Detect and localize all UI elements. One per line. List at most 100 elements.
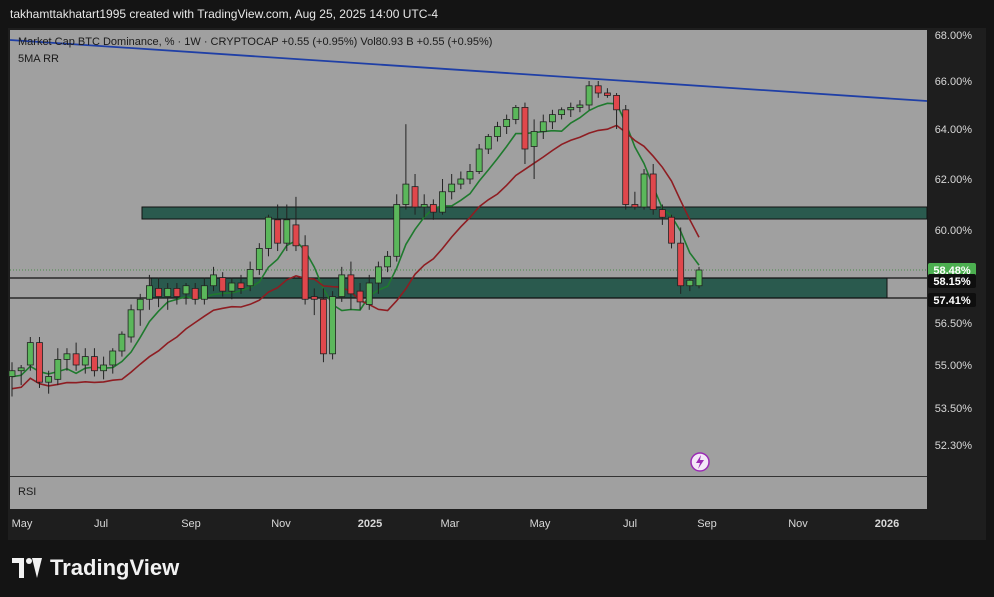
legend-line-2: 5MA RR — [18, 53, 59, 65]
candle — [393, 194, 401, 262]
time-tick-label: Sep — [181, 518, 201, 530]
candle-body — [695, 269, 703, 287]
candle-body — [210, 274, 217, 287]
candle-body — [393, 204, 401, 257]
candle-body — [72, 353, 80, 366]
candle-body — [677, 242, 685, 287]
time-tick-label: Jul — [94, 518, 108, 530]
candle-body — [45, 376, 53, 383]
price-tick-label: 68.00% — [935, 30, 973, 42]
candle-body — [26, 342, 34, 366]
time-tick-label: Nov — [271, 518, 291, 530]
tradingview-logo-icon — [12, 558, 42, 578]
candle-body — [668, 216, 675, 244]
rsi-pane — [10, 477, 927, 509]
price-tick-label: 53.50% — [935, 403, 973, 415]
candle — [36, 337, 43, 388]
candle-body — [292, 224, 300, 247]
resistance-zone — [141, 206, 928, 220]
candle-body — [274, 219, 282, 244]
candle-body — [164, 288, 172, 297]
candle-body — [411, 186, 419, 208]
time-tick-label: May — [12, 518, 33, 530]
candle-body — [448, 183, 456, 193]
candle-body — [329, 296, 337, 355]
candle-body — [466, 171, 474, 180]
candle-body — [631, 204, 639, 208]
candle-body — [585, 85, 593, 106]
candle-body — [503, 119, 511, 128]
candle-body — [136, 298, 144, 311]
candle-body — [265, 216, 272, 249]
candle — [301, 235, 309, 305]
candle-body — [530, 131, 538, 147]
legend-line-1: Market Cap BTC Dominance, % · 1W · CRYPT… — [18, 36, 492, 48]
candle-body — [228, 282, 236, 292]
candle-body — [494, 126, 501, 137]
candle-body — [640, 173, 648, 208]
candle-body — [118, 333, 126, 352]
candle-body — [191, 288, 199, 300]
candle — [127, 304, 135, 343]
candle-body — [649, 173, 657, 210]
candle-body — [255, 248, 263, 270]
candle-body — [457, 178, 465, 185]
candle-body — [539, 121, 547, 132]
candle-body — [484, 136, 492, 150]
candle-body — [182, 285, 190, 295]
candle — [695, 266, 703, 289]
candle — [320, 288, 327, 363]
rsi-label: RSI — [18, 486, 36, 498]
candle-body — [439, 191, 446, 213]
candle-body — [374, 266, 382, 284]
candle-body — [613, 95, 620, 111]
candle-body — [54, 358, 62, 380]
candle-body — [155, 288, 162, 297]
candle-body — [173, 288, 181, 297]
time-tick-label: Sep — [697, 518, 717, 530]
candle-body — [549, 114, 556, 123]
candle-body — [420, 204, 428, 208]
price-tag-label: 57.41% — [933, 295, 971, 307]
candle-body — [567, 107, 575, 111]
candle-body — [8, 370, 16, 377]
time-tick-label: 2025 — [358, 518, 382, 530]
candle-body — [219, 277, 227, 292]
candle-body — [338, 274, 346, 297]
time-tick-label: Mar — [441, 518, 460, 530]
brand-name: TradingView — [50, 555, 180, 580]
candle-body — [594, 85, 602, 94]
candle-body — [91, 356, 98, 372]
candle-body — [686, 279, 694, 287]
candle-body — [81, 356, 89, 366]
price-tick-label: 66.00% — [935, 76, 973, 88]
candle-body — [109, 350, 117, 366]
price-axis: 68.00% 66.00% 64.00% 62.00% 60.00% 56.50% 55.0… — [935, 30, 973, 452]
candle-body — [310, 296, 318, 300]
time-tick-label: Nov — [788, 518, 808, 530]
price-tags: 58.48%58.15%57.41% — [928, 263, 976, 307]
candle-body — [63, 353, 71, 360]
candle-body — [658, 209, 666, 218]
candle-body — [237, 282, 245, 289]
candle — [640, 169, 648, 210]
lightning-icon[interactable] — [690, 452, 710, 472]
price-tick-label: 60.00% — [935, 225, 973, 237]
price-tag-label: 58.15% — [933, 276, 971, 288]
time-tick-label: Jul — [623, 518, 637, 530]
candle-body — [384, 255, 391, 268]
candle-body — [365, 282, 373, 305]
time-tick-label: 2026 — [875, 518, 899, 530]
candle-body — [429, 204, 437, 213]
candle-body — [100, 364, 107, 372]
candle-body — [512, 107, 520, 120]
candle — [668, 214, 675, 249]
candle — [329, 291, 337, 360]
chart-canvas[interactable]: 68.00% 66.00% 64.00% 62.00% 60.00% 56.50% 55.0… — [0, 0, 994, 540]
candle-body — [356, 290, 364, 303]
candle-body — [145, 285, 153, 300]
candle-body — [521, 107, 529, 150]
candle-body — [301, 245, 309, 300]
candle-body — [246, 269, 254, 287]
candle-body — [200, 285, 208, 300]
